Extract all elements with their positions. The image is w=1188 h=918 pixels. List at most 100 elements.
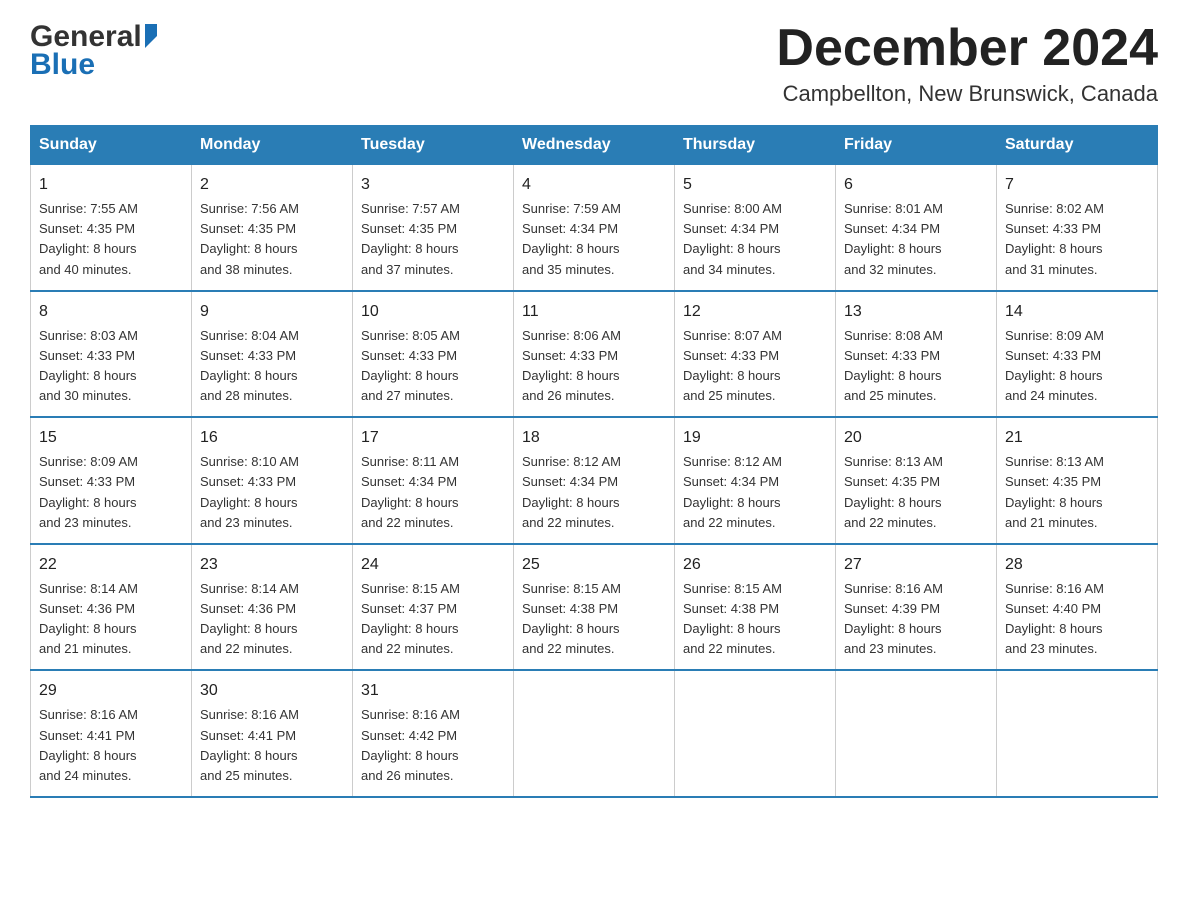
calendar-cell: 26Sunrise: 8:15 AMSunset: 4:38 PMDayligh…	[675, 544, 836, 671]
calendar-cell: 21Sunrise: 8:13 AMSunset: 4:35 PMDayligh…	[997, 417, 1158, 544]
calendar-cell: 17Sunrise: 8:11 AMSunset: 4:34 PMDayligh…	[353, 417, 514, 544]
day-info: Sunrise: 8:16 AMSunset: 4:40 PMDaylight:…	[1005, 579, 1149, 660]
day-number: 9	[200, 300, 344, 324]
calendar-cell: 10Sunrise: 8:05 AMSunset: 4:33 PMDayligh…	[353, 291, 514, 418]
col-header-wednesday: Wednesday	[514, 126, 675, 165]
day-number: 26	[683, 553, 827, 577]
calendar-cell: 20Sunrise: 8:13 AMSunset: 4:35 PMDayligh…	[836, 417, 997, 544]
calendar-cell: 16Sunrise: 8:10 AMSunset: 4:33 PMDayligh…	[192, 417, 353, 544]
day-info: Sunrise: 8:12 AMSunset: 4:34 PMDaylight:…	[683, 452, 827, 533]
calendar-cell: 29Sunrise: 8:16 AMSunset: 4:41 PMDayligh…	[31, 670, 192, 797]
day-number: 10	[361, 300, 505, 324]
calendar-cell: 6Sunrise: 8:01 AMSunset: 4:34 PMDaylight…	[836, 165, 997, 291]
calendar-cell: 8Sunrise: 8:03 AMSunset: 4:33 PMDaylight…	[31, 291, 192, 418]
day-info: Sunrise: 8:08 AMSunset: 4:33 PMDaylight:…	[844, 326, 988, 407]
day-info: Sunrise: 8:12 AMSunset: 4:34 PMDaylight:…	[522, 452, 666, 533]
calendar-cell: 7Sunrise: 8:02 AMSunset: 4:33 PMDaylight…	[997, 165, 1158, 291]
calendar-cell	[675, 670, 836, 797]
calendar-header-row: SundayMondayTuesdayWednesdayThursdayFrid…	[31, 126, 1158, 165]
col-header-sunday: Sunday	[31, 126, 192, 165]
calendar-cell	[514, 670, 675, 797]
day-number: 7	[1005, 173, 1149, 197]
day-info: Sunrise: 8:09 AMSunset: 4:33 PMDaylight:…	[1005, 326, 1149, 407]
day-number: 30	[200, 679, 344, 703]
calendar-cell: 15Sunrise: 8:09 AMSunset: 4:33 PMDayligh…	[31, 417, 192, 544]
calendar-cell: 14Sunrise: 8:09 AMSunset: 4:33 PMDayligh…	[997, 291, 1158, 418]
day-info: Sunrise: 8:16 AMSunset: 4:42 PMDaylight:…	[361, 705, 505, 786]
day-number: 19	[683, 426, 827, 450]
day-info: Sunrise: 7:56 AMSunset: 4:35 PMDaylight:…	[200, 199, 344, 280]
day-number: 5	[683, 173, 827, 197]
calendar-cell: 23Sunrise: 8:14 AMSunset: 4:36 PMDayligh…	[192, 544, 353, 671]
day-info: Sunrise: 8:07 AMSunset: 4:33 PMDaylight:…	[683, 326, 827, 407]
calendar-cell: 5Sunrise: 8:00 AMSunset: 4:34 PMDaylight…	[675, 165, 836, 291]
day-info: Sunrise: 8:04 AMSunset: 4:33 PMDaylight:…	[200, 326, 344, 407]
day-number: 27	[844, 553, 988, 577]
day-info: Sunrise: 8:15 AMSunset: 4:38 PMDaylight:…	[522, 579, 666, 660]
day-number: 21	[1005, 426, 1149, 450]
calendar-cell: 11Sunrise: 8:06 AMSunset: 4:33 PMDayligh…	[514, 291, 675, 418]
day-info: Sunrise: 8:02 AMSunset: 4:33 PMDaylight:…	[1005, 199, 1149, 280]
page-title: December 2024	[776, 20, 1158, 77]
day-info: Sunrise: 8:13 AMSunset: 4:35 PMDaylight:…	[844, 452, 988, 533]
day-number: 23	[200, 553, 344, 577]
day-number: 8	[39, 300, 183, 324]
page-header: General Blue December 2024 Campbellton, …	[30, 20, 1158, 107]
logo-triangle-icon	[145, 24, 157, 48]
day-number: 25	[522, 553, 666, 577]
day-number: 20	[844, 426, 988, 450]
day-info: Sunrise: 8:14 AMSunset: 4:36 PMDaylight:…	[39, 579, 183, 660]
day-info: Sunrise: 8:16 AMSunset: 4:41 PMDaylight:…	[39, 705, 183, 786]
day-info: Sunrise: 8:11 AMSunset: 4:34 PMDaylight:…	[361, 452, 505, 533]
calendar-table: SundayMondayTuesdayWednesdayThursdayFrid…	[30, 125, 1158, 798]
col-header-thursday: Thursday	[675, 126, 836, 165]
calendar-cell: 19Sunrise: 8:12 AMSunset: 4:34 PMDayligh…	[675, 417, 836, 544]
calendar-cell: 3Sunrise: 7:57 AMSunset: 4:35 PMDaylight…	[353, 165, 514, 291]
day-number: 29	[39, 679, 183, 703]
day-number: 28	[1005, 553, 1149, 577]
day-number: 11	[522, 300, 666, 324]
calendar-cell: 30Sunrise: 8:16 AMSunset: 4:41 PMDayligh…	[192, 670, 353, 797]
day-number: 17	[361, 426, 505, 450]
day-info: Sunrise: 8:10 AMSunset: 4:33 PMDaylight:…	[200, 452, 344, 533]
day-number: 3	[361, 173, 505, 197]
day-info: Sunrise: 8:05 AMSunset: 4:33 PMDaylight:…	[361, 326, 505, 407]
day-number: 1	[39, 173, 183, 197]
calendar-cell: 9Sunrise: 8:04 AMSunset: 4:33 PMDaylight…	[192, 291, 353, 418]
col-header-monday: Monday	[192, 126, 353, 165]
calendar-cell: 24Sunrise: 8:15 AMSunset: 4:37 PMDayligh…	[353, 544, 514, 671]
day-number: 4	[522, 173, 666, 197]
col-header-tuesday: Tuesday	[353, 126, 514, 165]
day-number: 22	[39, 553, 183, 577]
day-number: 16	[200, 426, 344, 450]
calendar-cell: 13Sunrise: 8:08 AMSunset: 4:33 PMDayligh…	[836, 291, 997, 418]
col-header-friday: Friday	[836, 126, 997, 165]
calendar-cell: 22Sunrise: 8:14 AMSunset: 4:36 PMDayligh…	[31, 544, 192, 671]
title-block: December 2024 Campbellton, New Brunswick…	[776, 20, 1158, 107]
calendar-cell: 1Sunrise: 7:55 AMSunset: 4:35 PMDaylight…	[31, 165, 192, 291]
day-number: 24	[361, 553, 505, 577]
day-info: Sunrise: 8:16 AMSunset: 4:41 PMDaylight:…	[200, 705, 344, 786]
page-subtitle: Campbellton, New Brunswick, Canada	[776, 81, 1158, 107]
calendar-cell: 28Sunrise: 8:16 AMSunset: 4:40 PMDayligh…	[997, 544, 1158, 671]
calendar-cell: 27Sunrise: 8:16 AMSunset: 4:39 PMDayligh…	[836, 544, 997, 671]
calendar-week-row: 22Sunrise: 8:14 AMSunset: 4:36 PMDayligh…	[31, 544, 1158, 671]
day-info: Sunrise: 7:59 AMSunset: 4:34 PMDaylight:…	[522, 199, 666, 280]
day-number: 12	[683, 300, 827, 324]
calendar-week-row: 15Sunrise: 8:09 AMSunset: 4:33 PMDayligh…	[31, 417, 1158, 544]
calendar-cell: 18Sunrise: 8:12 AMSunset: 4:34 PMDayligh…	[514, 417, 675, 544]
calendar-cell: 12Sunrise: 8:07 AMSunset: 4:33 PMDayligh…	[675, 291, 836, 418]
day-number: 14	[1005, 300, 1149, 324]
day-info: Sunrise: 8:16 AMSunset: 4:39 PMDaylight:…	[844, 579, 988, 660]
col-header-saturday: Saturday	[997, 126, 1158, 165]
calendar-cell: 2Sunrise: 7:56 AMSunset: 4:35 PMDaylight…	[192, 165, 353, 291]
day-info: Sunrise: 8:14 AMSunset: 4:36 PMDaylight:…	[200, 579, 344, 660]
day-info: Sunrise: 8:15 AMSunset: 4:38 PMDaylight:…	[683, 579, 827, 660]
calendar-cell	[997, 670, 1158, 797]
day-info: Sunrise: 8:09 AMSunset: 4:33 PMDaylight:…	[39, 452, 183, 533]
day-number: 15	[39, 426, 183, 450]
calendar-week-row: 29Sunrise: 8:16 AMSunset: 4:41 PMDayligh…	[31, 670, 1158, 797]
calendar-cell: 31Sunrise: 8:16 AMSunset: 4:42 PMDayligh…	[353, 670, 514, 797]
day-info: Sunrise: 8:15 AMSunset: 4:37 PMDaylight:…	[361, 579, 505, 660]
day-number: 13	[844, 300, 988, 324]
